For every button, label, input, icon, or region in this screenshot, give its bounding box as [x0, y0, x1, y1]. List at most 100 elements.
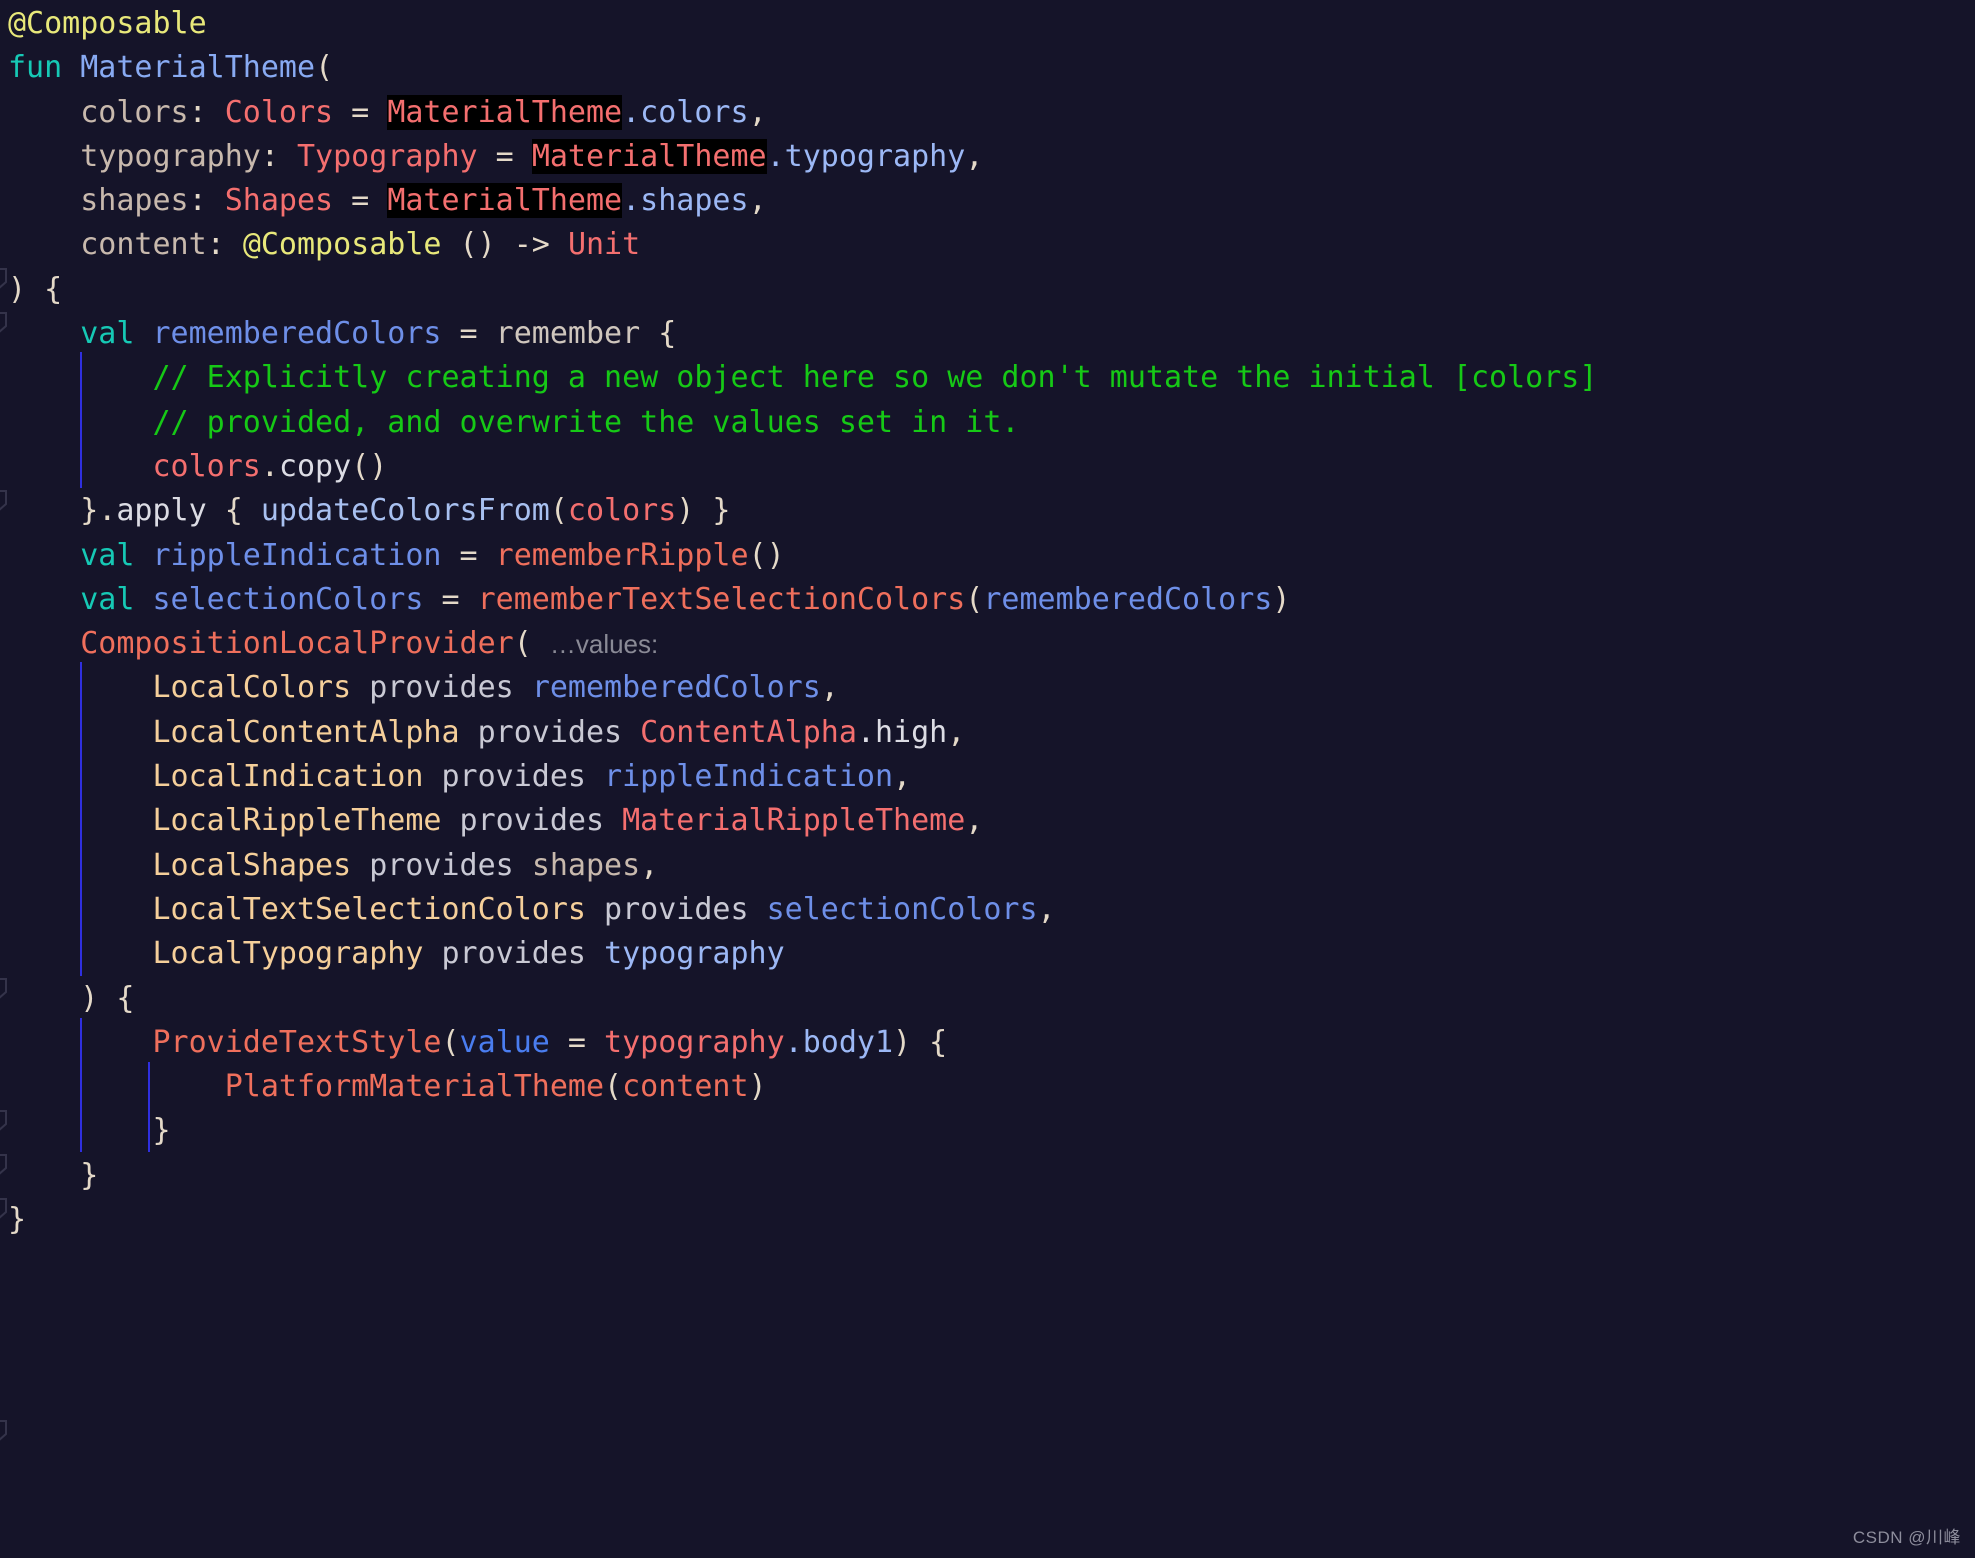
token-local-localrippletheme: LocalRippleTheme — [152, 803, 442, 839]
token-ref-typography: typography — [604, 936, 785, 972]
token-ref-typography: typography — [604, 1024, 785, 1060]
token-call-compositionlocalprovider: CompositionLocalProvider — [80, 626, 514, 662]
token-type-unit: Unit — [567, 227, 641, 263]
code-line[interactable]: LocalTypography provides typography — [0, 932, 1975, 976]
token-local-rememberedcolors: rememberedColors — [531, 670, 821, 706]
code-line[interactable]: // Explicitly creating a new object here… — [0, 356, 1975, 400]
code-line[interactable]: LocalTextSelectionColors provides select… — [0, 888, 1975, 932]
code-line[interactable]: LocalRippleTheme provides MaterialRipple… — [0, 799, 1975, 843]
token-search-match: MaterialTheme — [531, 138, 767, 174]
token-call-platformmaterialtheme: PlatformMaterialTheme — [224, 1069, 605, 1105]
token-infix-provides: provides — [604, 891, 749, 927]
token-param-colors: colors — [80, 94, 189, 130]
token-close-brace: } — [80, 1157, 99, 1193]
token-local-localcolors: LocalColors — [152, 670, 352, 706]
token-local-rippleindication: rippleIndication — [152, 537, 442, 573]
token-property-colors: .colors — [622, 94, 749, 130]
token-call-apply: apply — [116, 493, 207, 529]
token-keyword-val: val — [80, 537, 135, 573]
token-local-localtypography: LocalTypography — [152, 936, 424, 972]
token-call-remember: remember — [495, 316, 641, 352]
code-line[interactable]: // provided, and overwrite the values se… — [0, 401, 1975, 445]
token-keyword-val: val — [80, 316, 135, 352]
code-line[interactable]: PlatformMaterialTheme(content) — [0, 1065, 1975, 1109]
code-line[interactable]: LocalColors provides rememberedColors, — [0, 666, 1975, 710]
token-param-content: content — [80, 227, 207, 263]
inlay-hint-values: …values: — [549, 629, 659, 660]
token-ref-shapes: shapes — [531, 847, 641, 883]
token-ref-contentalpha: ContentAlpha — [640, 714, 857, 750]
token-call-copy: copy — [278, 448, 352, 484]
watermark: CSDN @川峰 — [1852, 1528, 1961, 1547]
token-comment: // provided, and overwrite the values se… — [152, 404, 1020, 440]
token-param-typography: typography — [80, 138, 261, 174]
code-line[interactable]: CompositionLocalProvider( …values: — [0, 622, 1975, 666]
token-local-rememberedcolors: rememberedColors — [152, 316, 442, 352]
token-infix-provides: provides — [441, 936, 587, 972]
code-line[interactable]: val rememberedColors = remember { — [0, 312, 1975, 356]
code-line[interactable]: fun MaterialTheme( — [0, 46, 1975, 90]
token-search-match: MaterialTheme — [387, 94, 623, 130]
token-infix-provides: provides — [459, 803, 605, 839]
token-local-localshapes: LocalShapes — [152, 847, 352, 883]
token-close-brace: } — [152, 1113, 171, 1149]
code-line[interactable]: } — [0, 1109, 1975, 1153]
token-ref-colors: colors — [152, 448, 261, 484]
token-property-shapes: .shapes — [622, 183, 749, 219]
token-local-localtextselectioncolors: LocalTextSelectionColors — [152, 891, 586, 927]
code-line[interactable]: shapes: Shapes = MaterialTheme.shapes, — [0, 179, 1975, 223]
code-line[interactable]: content: @Composable () -> Unit — [0, 223, 1975, 267]
code-line[interactable]: ) { — [0, 268, 1975, 312]
code-line[interactable]: ) { — [0, 977, 1975, 1021]
code-line[interactable]: LocalShapes provides shapes, — [0, 844, 1975, 888]
token-annotation: @Composable — [242, 227, 442, 263]
token-property-high: .high — [856, 714, 948, 750]
token-keyword-fun: fun — [8, 50, 63, 86]
token-ref-content: content — [622, 1069, 749, 1105]
token-type-typography: Typography — [297, 138, 478, 174]
token-call-remembertextselectioncolors: rememberTextSelectionColors — [477, 581, 966, 617]
token-type-colors: Colors — [224, 94, 334, 130]
code-line[interactable]: ProvideTextStyle(value = typography.body… — [0, 1021, 1975, 1065]
token-named-arg-value: value — [459, 1024, 550, 1060]
code-line[interactable]: colors: Colors = MaterialTheme.colors, — [0, 91, 1975, 135]
token-paren: ( — [315, 50, 334, 86]
token-local-rippleindication: rippleIndication — [604, 759, 894, 795]
token-close-brace: } — [8, 1202, 27, 1238]
code-line[interactable]: typography: Typography = MaterialTheme.t… — [0, 135, 1975, 179]
code-content[interactable]: @Composable fun MaterialTheme( colors: C… — [0, 0, 1975, 1242]
code-line[interactable]: }.apply { updateColorsFrom(colors) } — [0, 489, 1975, 533]
token-keyword-val: val — [80, 581, 135, 617]
code-line[interactable]: } — [0, 1198, 1975, 1242]
code-line[interactable]: LocalContentAlpha provides ContentAlpha.… — [0, 711, 1975, 755]
token-search-match: MaterialTheme — [387, 183, 623, 219]
code-line[interactable]: @Composable — [0, 2, 1975, 46]
token-function-name: MaterialTheme — [80, 50, 316, 86]
token-param-shapes: shapes — [80, 183, 189, 219]
token-property-typography: .typography — [766, 138, 966, 174]
token-ref-materialrippletheme: MaterialRippleTheme — [622, 803, 966, 839]
token-property-body1: .body1 — [784, 1024, 894, 1060]
token-local-localindication: LocalIndication — [152, 759, 424, 795]
token-local-localcontentalpha: LocalContentAlpha — [152, 714, 460, 750]
code-line[interactable]: val rippleIndication = rememberRipple() — [0, 534, 1975, 578]
token-local-selectioncolors: selectionColors — [152, 581, 424, 617]
code-editor[interactable]: @Composable fun MaterialTheme( colors: C… — [0, 0, 1975, 1558]
token-call-providetextstyle: ProvideTextStyle — [152, 1024, 442, 1060]
code-line[interactable]: colors.copy() — [0, 445, 1975, 489]
token-infix-provides: provides — [369, 847, 514, 883]
token-local-selectioncolors: selectionColors — [766, 891, 1038, 927]
code-line[interactable]: LocalIndication provides rippleIndicatio… — [0, 755, 1975, 799]
token-annotation: @Composable — [8, 6, 207, 41]
code-line[interactable]: val selectionColors = rememberTextSelect… — [0, 578, 1975, 622]
token-close-paren-brace: ) { — [80, 980, 135, 1016]
code-line[interactable]: } — [0, 1154, 1975, 1198]
token-comment: // Explicitly creating a new object here… — [152, 360, 1598, 396]
token-local-rememberedcolors: rememberedColors — [983, 581, 1273, 617]
fold-marker-icon[interactable] — [0, 1418, 12, 1444]
token-call-rememberripple: rememberRipple — [495, 537, 749, 573]
token-infix-provides: provides — [369, 670, 514, 706]
token-infix-provides: provides — [477, 714, 623, 750]
token-ref-colors: colors — [567, 493, 677, 529]
token-call-updatecolorsfrom: updateColorsFrom — [260, 493, 550, 529]
